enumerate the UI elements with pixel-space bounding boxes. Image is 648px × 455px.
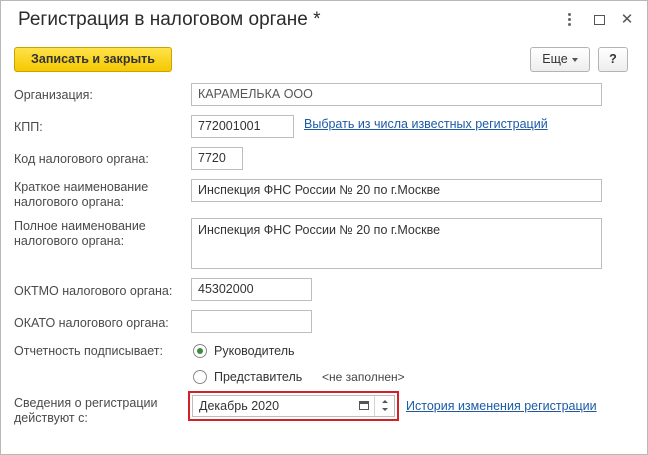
oktmo-field[interactable]: 45302000 xyxy=(191,278,312,301)
maximize-icon[interactable] xyxy=(590,11,608,29)
more-button-label: Еще xyxy=(542,52,568,66)
organization-label: Организация: xyxy=(14,88,93,102)
select-known-registration-link[interactable]: Выбрать из числа известных регистраций xyxy=(304,117,548,131)
kpp-label: КПП: xyxy=(14,120,43,134)
signer-label: Отчетность подписывает: xyxy=(14,344,163,358)
more-options-icon[interactable] xyxy=(561,11,579,29)
organization-field[interactable]: КАРАМЕЛЬКА ООО xyxy=(191,83,602,106)
calendar-icon[interactable] xyxy=(357,398,371,414)
short-name-label-line1: Краткое наименование xyxy=(14,180,149,194)
tax-code-label: Код налогового органа: xyxy=(14,152,149,166)
tax-code-field[interactable]: 7720 xyxy=(191,147,243,170)
registration-date-highlight: Декабрь 2020 xyxy=(188,391,399,421)
full-name-label: Полное наименование налогового органа: xyxy=(14,219,146,249)
registration-history-link[interactable]: История изменения регистрации xyxy=(406,399,597,413)
full-name-label-line2: налогового органа: xyxy=(14,234,125,248)
registration-dialog: Регистрация в налоговом органе * ✕ Запис… xyxy=(0,0,648,455)
help-button[interactable]: ? xyxy=(598,47,628,72)
spin-down-icon[interactable] xyxy=(382,408,388,411)
signer-representative-label[interactable]: Представитель xyxy=(214,370,302,384)
okato-field[interactable] xyxy=(191,310,312,333)
signer-head-radio[interactable] xyxy=(193,344,207,358)
signer-head-label[interactable]: Руководитель xyxy=(214,344,295,358)
short-name-label: Краткое наименование налогового органа: xyxy=(14,180,148,210)
dropdown-caret-icon xyxy=(571,57,578,62)
save-and-close-button[interactable]: Записать и закрыть xyxy=(14,47,172,72)
month-spinner[interactable] xyxy=(374,396,394,416)
representative-hint[interactable]: <не заполнен> xyxy=(322,370,405,384)
short-name-field[interactable]: Инспекция ФНС России № 20 по г.Москве xyxy=(191,179,602,202)
signer-representative-radio[interactable] xyxy=(193,370,207,384)
short-name-label-line2: налогового органа: xyxy=(14,195,125,209)
registration-date-value: Декабрь 2020 xyxy=(199,399,280,413)
registration-date-label: Сведения о регистрации действуют с: xyxy=(14,396,157,426)
full-name-textarea[interactable]: Инспекция ФНС России № 20 по г.Москве xyxy=(191,218,602,269)
okato-label: ОКАТО налогового органа: xyxy=(14,316,169,330)
registration-date-field[interactable]: Декабрь 2020 xyxy=(192,395,395,417)
registration-date-label-line1: Сведения о регистрации xyxy=(14,396,158,410)
more-button[interactable]: Еще xyxy=(530,47,590,72)
dialog-title: Регистрация в налоговом органе * xyxy=(18,9,321,30)
full-name-label-line1: Полное наименование xyxy=(14,219,146,233)
close-icon[interactable]: ✕ xyxy=(618,11,636,29)
registration-date-label-line2: действуют с: xyxy=(14,411,88,425)
oktmo-label: ОКТМО налогового органа: xyxy=(14,284,173,298)
spin-up-icon[interactable] xyxy=(382,400,388,403)
kpp-field[interactable]: 772001001 xyxy=(191,115,294,138)
